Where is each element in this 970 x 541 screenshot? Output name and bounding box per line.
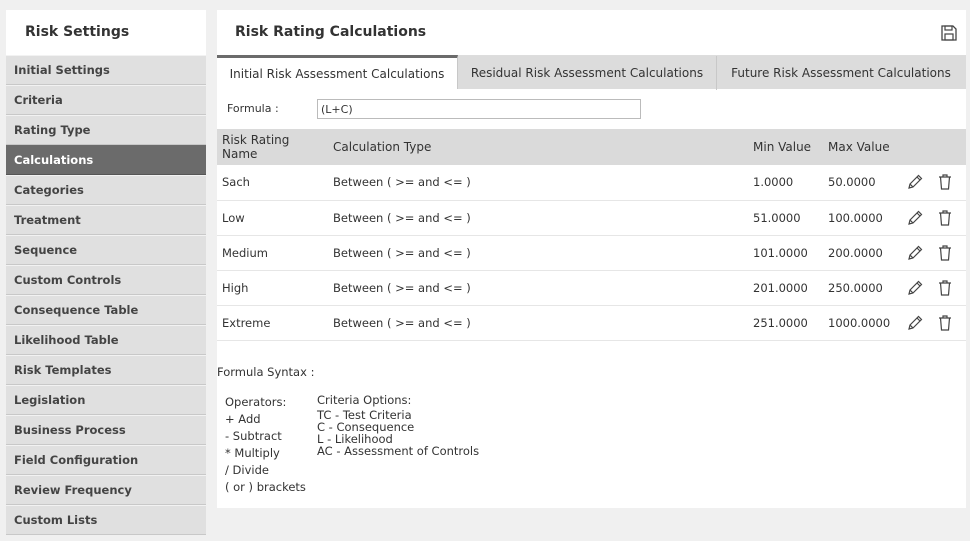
sidebar-item-review-frequency[interactable]: Review Frequency — [6, 475, 206, 505]
calculations-table: Risk Rating Name Calculation Type Min Va… — [217, 129, 966, 341]
floppy-disk-icon[interactable] — [940, 24, 958, 42]
tab-initial-risk[interactable]: Initial Risk Assessment Calculations — [217, 55, 458, 89]
sidebar-item-consequence-table[interactable]: Consequence Table — [6, 295, 206, 325]
cell-type: Between ( >= and <= ) — [333, 210, 471, 225]
sidebar-title: Risk Settings — [6, 10, 206, 55]
sidebar-item-rating-type[interactable]: Rating Type — [6, 115, 206, 145]
table-header-row: Risk Rating Name Calculation Type Min Va… — [217, 129, 966, 165]
cell-min: 101.0000 — [753, 245, 808, 260]
col-header-delete — [931, 129, 966, 165]
sidebar-item-risk-templates[interactable]: Risk Templates — [6, 355, 206, 385]
tab-residual-risk[interactable]: Residual Risk Assessment Calculations — [458, 56, 717, 90]
col-header-max-value: Max Value — [828, 140, 890, 154]
cell-name: Sach — [222, 175, 250, 190]
cell-max: 200.0000 — [828, 245, 883, 260]
tab-future-risk[interactable]: Future Risk Assessment Calculations — [717, 56, 965, 90]
pencil-icon[interactable] — [906, 279, 924, 297]
formula-row: Formula : — [217, 89, 966, 129]
cell-max: 1000.0000 — [828, 315, 891, 330]
cell-max: 50.0000 — [828, 175, 876, 190]
sidebar-item-initial-settings[interactable]: Initial Settings — [6, 55, 206, 85]
sidebar-item-custom-controls[interactable]: Custom Controls — [6, 265, 206, 295]
main-panel: Risk Rating Calculations Initial Risk As… — [217, 10, 966, 508]
sidebar-item-criteria[interactable]: Criteria — [6, 85, 206, 115]
cell-type: Between ( >= and <= ) — [333, 245, 471, 260]
operators-title: Operators: — [225, 395, 287, 409]
col-header-edit — [901, 129, 931, 165]
sidebar-item-field-configuration[interactable]: Field Configuration — [6, 445, 206, 475]
col-header-min-value: Min Value — [753, 140, 812, 154]
operator-item: / Divide — [225, 463, 269, 477]
sidebar-nav: Initial Settings Criteria Rating Type Ca… — [6, 55, 206, 535]
formula-label: Formula : — [227, 102, 279, 115]
cell-type: Between ( >= and <= ) — [333, 280, 471, 295]
sidebar-item-business-process[interactable]: Business Process — [6, 415, 206, 445]
criteria-options-title: Criteria Options: — [317, 393, 412, 407]
operator-item: ( or ) brackets — [225, 480, 306, 494]
operators-list: Operators: + Add - Subtract * Multiply /… — [225, 394, 306, 496]
cell-name: Medium — [222, 245, 268, 260]
trash-icon[interactable] — [936, 173, 954, 191]
formula-syntax-label: Formula Syntax : — [217, 365, 315, 379]
main-header: Risk Rating Calculations — [217, 10, 966, 55]
col-header-risk-rating-name: Risk Rating Name — [222, 133, 290, 161]
sidebar-item-custom-lists[interactable]: Custom Lists — [6, 505, 206, 535]
trash-icon[interactable] — [936, 279, 954, 297]
sidebar-item-calculations[interactable]: Calculations — [6, 145, 206, 175]
pencil-icon[interactable] — [906, 173, 924, 191]
col-header-calculation-type: Calculation Type — [333, 140, 432, 154]
cell-min: 51.0000 — [753, 210, 801, 225]
table-row: High Between ( >= and <= ) 201.0000 250.… — [217, 270, 966, 305]
cell-name: Extreme — [222, 315, 271, 330]
cell-type: Between ( >= and <= ) — [333, 175, 471, 190]
pencil-icon[interactable] — [906, 209, 924, 227]
cell-min: 1.0000 — [753, 175, 794, 190]
criteria-options-list: Criteria Options: TC - Test Criteria C -… — [317, 394, 479, 457]
sidebar-item-legislation[interactable]: Legislation — [6, 385, 206, 415]
sidebar-item-sequence[interactable]: Sequence — [6, 235, 206, 265]
table-row: Medium Between ( >= and <= ) 101.0000 20… — [217, 235, 966, 270]
table-row: Sach Between ( >= and <= ) 1.0000 50.000… — [217, 165, 966, 200]
trash-icon[interactable] — [936, 314, 954, 332]
pencil-icon[interactable] — [906, 314, 924, 332]
page-title: Risk Rating Calculations — [235, 24, 427, 40]
criteria-item: AC - Assessment of Controls — [317, 444, 480, 458]
trash-icon[interactable] — [936, 244, 954, 262]
cell-max: 250.0000 — [828, 280, 883, 295]
operator-item: * Multiply — [225, 446, 280, 460]
sidebar: Risk Settings Initial Settings Criteria … — [6, 10, 206, 535]
sidebar-item-treatment[interactable]: Treatment — [6, 205, 206, 235]
pencil-icon[interactable] — [906, 244, 924, 262]
table-row: Low Between ( >= and <= ) 51.0000 100.00… — [217, 200, 966, 235]
formula-input[interactable] — [317, 99, 641, 119]
trash-icon[interactable] — [936, 209, 954, 227]
tab-bar: Initial Risk Assessment Calculations Res… — [217, 55, 966, 90]
cell-min: 251.0000 — [753, 315, 808, 330]
cell-name: Low — [222, 210, 245, 225]
operator-item: - Subtract — [225, 429, 282, 443]
operator-item: + Add — [225, 412, 261, 426]
cell-name: High — [222, 280, 249, 295]
cell-type: Between ( >= and <= ) — [333, 315, 471, 330]
sidebar-item-categories[interactable]: Categories — [6, 175, 206, 205]
sidebar-item-likelihood-table[interactable]: Likelihood Table — [6, 325, 206, 355]
cell-min: 201.0000 — [753, 280, 808, 295]
cell-max: 100.0000 — [828, 210, 883, 225]
table-row: Extreme Between ( >= and <= ) 251.0000 1… — [217, 305, 966, 340]
